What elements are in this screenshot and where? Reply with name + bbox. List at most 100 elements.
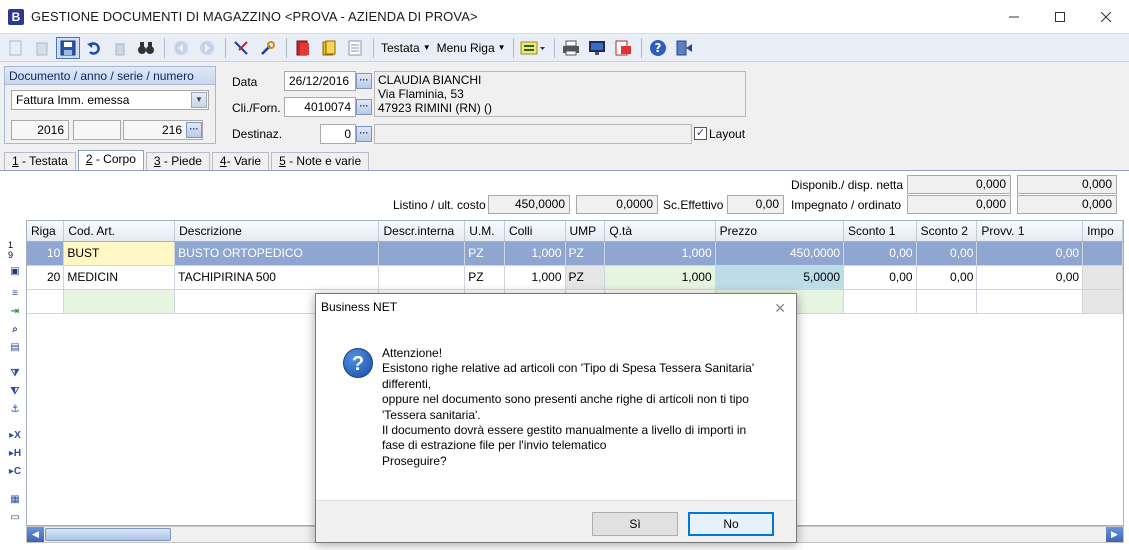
cell-importo[interactable] (1082, 241, 1123, 266)
cell-sconto2[interactable]: 0,00 (916, 265, 978, 290)
close-button[interactable] (1083, 0, 1129, 34)
col-importo[interactable]: Impo (1082, 221, 1123, 242)
cell-provv1[interactable] (976, 289, 1084, 314)
notes-button[interactable] (343, 37, 367, 59)
cell-qta[interactable]: 1,000 (604, 241, 716, 266)
delete-document-button[interactable] (30, 37, 54, 59)
destination-lookup-button[interactable]: ··· (356, 126, 372, 142)
list-options-button[interactable] (518, 37, 548, 59)
date-field[interactable]: 26/12/2016 (284, 71, 356, 91)
cell-sconto2[interactable]: 0,00 (916, 241, 978, 266)
exit-button[interactable] (672, 37, 696, 59)
cell-descr-interna[interactable] (378, 265, 466, 290)
col-cod-art[interactable]: Cod. Art. (63, 221, 176, 242)
cell-provv1[interactable]: 0,00 (976, 241, 1084, 266)
document-year-field[interactable]: 2016 (11, 120, 69, 140)
save-button[interactable] (56, 36, 80, 59)
cell-colli[interactable]: 1,000 (504, 265, 566, 290)
tab-testata[interactable]: 1 - Testata (4, 152, 76, 171)
col-descr-interna[interactable]: Descr.interna (378, 221, 466, 242)
menu-riga[interactable]: Menu Riga ▼ (434, 41, 509, 55)
documents-button[interactable] (291, 37, 315, 59)
hide-row-h-icon[interactable]: ▸H (6, 448, 24, 464)
document-type-select[interactable]: Fattura Imm. emessa ▼ (11, 90, 209, 110)
cell-riga[interactable]: 20 (27, 265, 65, 290)
zoom-icon[interactable]: ⌕ (6, 324, 24, 340)
customer-code-field[interactable]: 4010074 (284, 97, 356, 117)
cell-cod-art[interactable]: BUST (63, 241, 176, 266)
filter-remove-icon[interactable]: ⧨ (6, 386, 24, 402)
no-button[interactable]: No (688, 512, 774, 536)
cell-provv1[interactable]: 0,00 (976, 265, 1084, 290)
table-row[interactable]: 10 BUST BUSTO ORTOPEDICO PZ 1,000 PZ 1,0… (27, 241, 1123, 266)
row-edit-icon[interactable]: ▣ (4, 264, 26, 288)
previous-button[interactable] (169, 37, 193, 59)
cell-cod-art[interactable] (63, 289, 176, 314)
cut-button[interactable] (230, 37, 254, 59)
list-icon[interactable]: ≡ (6, 288, 24, 304)
delete-row-button[interactable] (108, 37, 132, 59)
tab-piede[interactable]: 3 - Piede (145, 152, 210, 171)
col-qta[interactable]: Q.tà (604, 221, 716, 242)
new-document-button[interactable] (4, 37, 28, 59)
copy-row-c-icon[interactable]: ▸C (6, 466, 24, 482)
anchor-icon[interactable]: ⚓ (6, 404, 24, 420)
search-button[interactable] (134, 37, 158, 59)
cell-sconto1[interactable]: 0,00 (843, 265, 917, 290)
cell-sconto1[interactable] (843, 289, 917, 314)
cell-um[interactable]: PZ (464, 265, 506, 290)
tools-button[interactable] (256, 37, 280, 59)
archive-button[interactable] (317, 37, 341, 59)
cell-riga[interactable]: 10 (27, 241, 65, 266)
col-prezzo[interactable]: Prezzo (715, 221, 845, 242)
col-riga[interactable]: Riga (27, 221, 65, 242)
minimize-button[interactable] (991, 0, 1037, 34)
cell-descrizione[interactable]: TACHIPIRINA 500 (174, 265, 380, 290)
tab-corpo[interactable]: 2 - Corpo (77, 150, 144, 171)
cell-cod-art[interactable]: MEDICIN (63, 265, 176, 290)
col-sconto2[interactable]: Sconto 2 (916, 221, 978, 242)
yes-button[interactable]: Sì (592, 512, 678, 536)
col-colli[interactable]: Colli (504, 221, 566, 242)
document-lookup-button[interactable]: ··· (186, 122, 202, 138)
cell-prezzo[interactable]: 450,0000 (715, 241, 845, 266)
details-icon[interactable]: ▤ (6, 342, 24, 358)
calculator-icon[interactable]: ▦ (6, 494, 24, 510)
destination-field[interactable]: 0 (320, 124, 356, 144)
print-button[interactable] (559, 37, 583, 59)
next-button[interactable] (195, 37, 219, 59)
cell-ump[interactable]: PZ (565, 241, 606, 266)
cell-sconto2[interactable] (916, 289, 978, 314)
cell-riga[interactable] (27, 289, 65, 314)
filter-icon[interactable]: ⧩ (6, 368, 24, 384)
date-picker-button[interactable]: ··· (356, 73, 372, 89)
cell-descrizione[interactable]: BUSTO ORTOPEDICO (174, 241, 380, 266)
help-button[interactable]: ? (646, 37, 670, 59)
col-sconto1[interactable]: Sconto 1 (843, 221, 917, 242)
cell-um[interactable]: PZ (464, 241, 506, 266)
cell-qta[interactable]: 1,000 (604, 265, 716, 290)
table-row[interactable]: 20 MEDICIN TACHIPIRINA 500 PZ 1,000 PZ 1… (27, 265, 1123, 290)
keyboard-icon[interactable]: ▭ (6, 512, 24, 528)
chevron-down-icon[interactable]: ▼ (191, 92, 207, 108)
col-provv1[interactable]: Provv. 1 (976, 221, 1084, 242)
col-ump[interactable]: UMP (565, 221, 606, 242)
col-descrizione[interactable]: Descrizione (174, 221, 380, 242)
cell-importo[interactable] (1082, 265, 1123, 290)
dialog-close-icon[interactable]: ✕ (774, 300, 786, 317)
cell-colli[interactable]: 1,000 (504, 241, 566, 266)
cell-prezzo[interactable]: 5,0000 (715, 265, 845, 290)
preview-button[interactable] (585, 37, 609, 59)
document-series-field[interactable] (73, 120, 121, 140)
export-icon[interactable]: ⇥ (6, 306, 24, 322)
layout-checkbox[interactable]: ✓ (694, 127, 707, 140)
cell-descr-interna[interactable] (378, 241, 466, 266)
pdf-button[interactable] (611, 37, 635, 59)
scroll-left-icon[interactable]: ◀ (27, 527, 44, 542)
delete-row-x-icon[interactable]: ▸X (6, 430, 24, 446)
maximize-button[interactable] (1037, 0, 1083, 34)
cell-ump[interactable]: PZ (565, 265, 606, 290)
cell-importo[interactable] (1082, 289, 1123, 314)
undo-button[interactable] (82, 37, 106, 59)
cell-sconto1[interactable]: 0,00 (843, 241, 917, 266)
